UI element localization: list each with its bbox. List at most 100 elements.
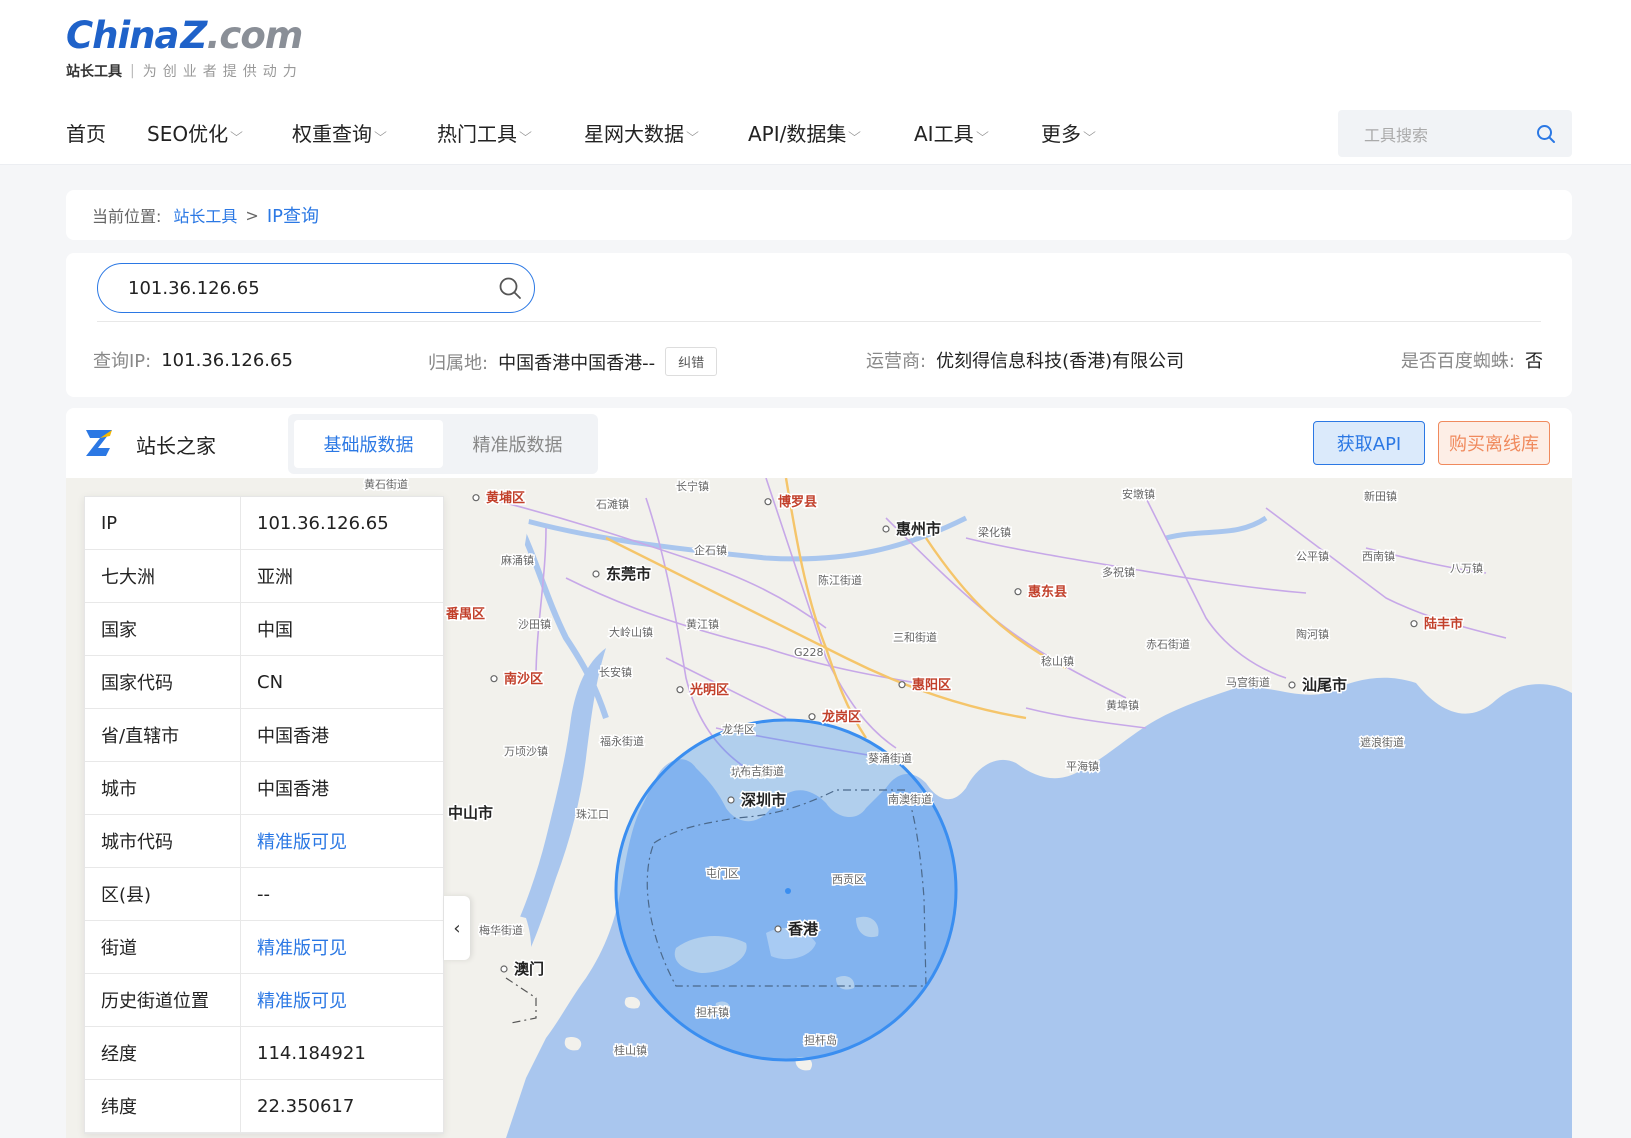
city-dot-icon [1014,588,1022,596]
tab-label: 精准版数据 [472,435,563,456]
info-value-link[interactable]: 精准版可见 [241,974,443,1026]
map-town-label: 福永街道 [600,734,644,748]
map-district-label: 惠东县 [1028,584,1067,600]
map-town-label: 马宫街道 [1226,675,1270,689]
tab-basic-data[interactable]: 基础版数据 [294,420,443,468]
search-icon[interactable] [1536,124,1556,144]
city-dot-icon [500,965,508,973]
info-table-row: IP 101.36.126.65 [85,497,443,550]
map-town-label: 万顷沙镇 [504,744,548,758]
city-dot-icon [676,686,684,694]
map-town-label: 陈江街道 [818,573,862,587]
nav-item-hot-tools[interactable]: 热门工具 ⌵ [437,118,584,147]
breadcrumb: 当前位置: 站长工具 > IP查询 [66,190,1572,240]
nav-item-home[interactable]: 首页 [66,118,147,147]
logo-china-text: China [66,14,179,57]
get-api-button[interactable]: 获取API [1313,421,1425,465]
location-map[interactable]: 惠州市 东莞市 深圳市 香港 澳门 中山市 汕尾市 黄埔区 博罗县 惠东县 陆丰市 南沙区 光明区 龙岗区… [66,476,1572,1138]
city-dot-icon [1410,620,1418,628]
map-district-label: 黄埔区 [486,490,525,506]
breadcrumb-separator: > [245,205,259,225]
info-table-row: 省/直辖市 中国香港 [85,709,443,762]
chinaz-logo[interactable]: China Z .com 站长工具 | 为创业者提供动力 [66,14,303,81]
nav-label: 热门工具 [437,122,517,146]
chinaz-z-logo-icon [86,430,112,456]
info-table-row: 七大洲 亚洲 [85,550,443,603]
breadcrumb-home-link[interactable]: 站长工具 [173,203,237,227]
map-town-label: 南澳街道 [888,792,932,806]
location-label: 归属地: [428,352,489,374]
logo-wordmark: China Z .com [66,14,303,57]
map-district-label: 龙岗区 [822,709,861,725]
logo-z-text: Z [180,14,208,57]
isp-value: 优刻得信息科技(香港)有限公司 [936,351,1185,372]
info-table-row: 街道 精准版可见 [85,921,443,974]
nav-item-weight[interactable]: 权重查询 ⌵ [292,118,437,147]
info-key: 国家 [85,603,241,655]
map-town-label: 安墩镇 [1122,487,1155,501]
map-district-label: 惠阳区 [912,677,951,693]
info-value-link[interactable]: 精准版可见 [241,921,443,973]
nav-item-seo[interactable]: SEO优化 ⌵ [147,118,292,147]
info-key: 区(县) [85,868,241,920]
chevron-down-icon: ⌵ [519,125,532,139]
map-town-label: 企石镇 [694,543,727,557]
map-town-label: 多祝镇 [1102,565,1135,579]
map-town-label: 布吉街道 [740,764,784,778]
chevron-down-icon: ⌵ [374,125,387,139]
nav-label: 星网大数据 [584,122,684,146]
info-key: 历史街道位置 [85,974,241,1026]
map-town-label: 公平镇 [1296,549,1329,563]
location-info: 归属地: 中国香港中国香港-- 纠错 [428,347,718,376]
map-district-label: 陆丰市 [1424,616,1463,632]
isp-info: 运营商: 优刻得信息科技(香港)有限公司 [866,347,1184,373]
baidu-spider-value: 否 [1525,351,1543,372]
chevron-down-icon: ⌵ [230,125,244,139]
map-district-label: 南沙区 [504,671,543,687]
nav-item-more[interactable]: 更多 ⌵ [1041,118,1121,147]
city-dot-icon [592,570,600,578]
nav-label: AI工具 [914,122,974,146]
city-dot-icon [490,675,498,683]
map-district-label: 番禺区 [445,606,485,622]
correct-error-button[interactable]: 纠错 [665,347,718,376]
map-town-label: 桂山镇 [614,1043,647,1057]
buy-offline-db-button[interactable]: 购买离线库 [1438,421,1550,465]
location-marker-icon[interactable] [785,888,791,894]
section-header: 站长之家 基础版数据 精准版数据 获取API 购买离线库 [66,408,1572,478]
map-town-label: 葵涌街道 [868,751,912,765]
map-town-label: 稔山镇 [1041,654,1074,668]
query-ip-info: 查询IP: 101.36.126.65 [93,347,293,373]
location-value: 中国香港中国香港-- [498,352,656,374]
map-town-label: 梁化镇 [978,525,1011,539]
map-town-label: 黄石街道 [364,478,408,491]
nav-label: API/数据集 [748,122,847,146]
map-town-label: 遮浪街道 [1360,735,1404,749]
ip-search-input[interactable]: 101.36.126.65 [97,263,535,313]
map-town-label: 屯门区 [706,866,739,880]
tab-precise-data[interactable]: 精准版数据 [443,420,592,468]
map-town-label: 黄埠镇 [1106,698,1139,712]
chevron-down-icon: ⌵ [686,125,699,139]
nav-item-ai[interactable]: AI工具 ⌵ [914,118,1041,147]
info-key: 纬度 [85,1080,241,1132]
tool-search-input[interactable]: 工具搜索 [1338,110,1572,157]
breadcrumb-current[interactable]: IP查询 [267,202,319,228]
map-city-label: 香港 [788,920,819,938]
info-key: 七大洲 [85,550,241,602]
nav-item-api[interactable]: API/数据集 ⌵ [748,118,914,147]
info-value: 亚洲 [257,567,293,588]
map-town-label: 平海镇 [1066,759,1099,773]
info-value-link[interactable]: 精准版可见 [241,815,443,867]
ip-input-value[interactable]: 101.36.126.65 [128,278,498,299]
logo-com-text: .com [206,14,303,57]
search-icon[interactable] [498,276,522,300]
map-town-label: 梅华街道 [479,923,523,937]
nav-label: 首页 [66,122,106,146]
nav-item-bigdata[interactable]: 星网大数据 ⌵ [584,118,748,147]
map-town-label: 沙田镇 [518,617,551,631]
logo-tagline-b: 为创业者提供动力 [142,64,303,80]
map-town-label: 担杆岛 [804,1033,837,1047]
city-dot-icon [898,681,906,689]
collapse-panel-button[interactable]: ‹ [444,896,470,960]
